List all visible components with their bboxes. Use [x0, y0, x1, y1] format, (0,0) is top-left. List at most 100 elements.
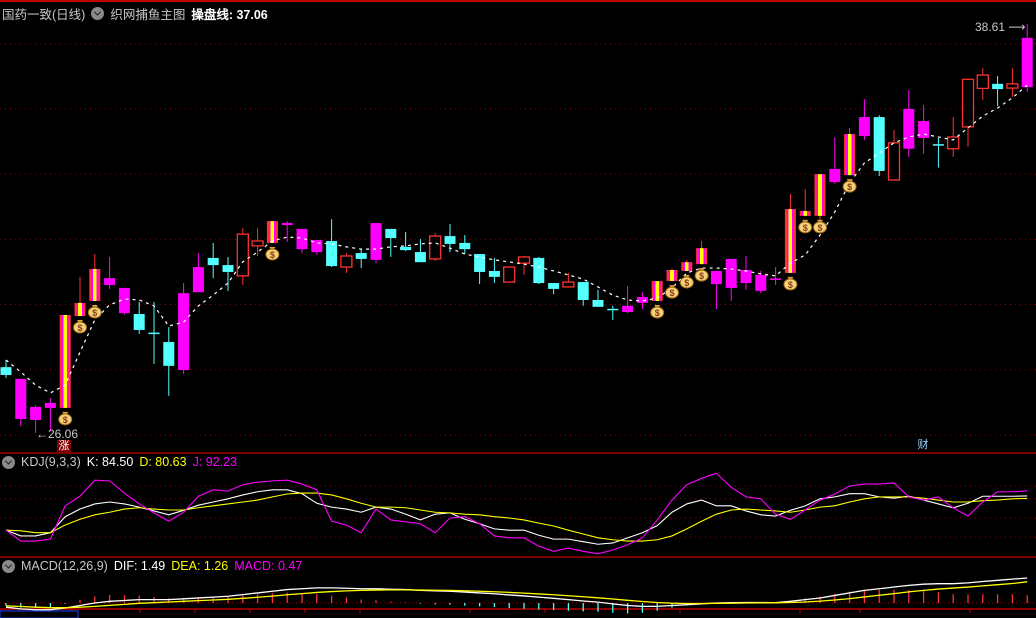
candle-up[interactable]: [429, 233, 442, 261]
candle-up[interactable]: [503, 266, 516, 283]
candle-body: [133, 314, 145, 330]
candle-down[interactable]: [133, 301, 145, 334]
candle-mag[interactable]: [903, 90, 915, 157]
candle-sig[interactable]: [89, 254, 101, 301]
candle-down[interactable]: [355, 249, 367, 269]
candle-body: [355, 253, 367, 259]
macd-name[interactable]: MACD(12,26,9): [21, 559, 108, 573]
candle-body: [814, 174, 826, 216]
candle-down[interactable]: [992, 76, 1004, 107]
arrow-left-icon: ←: [36, 427, 48, 441]
low-price-label: ←26.06: [36, 427, 78, 441]
signal-badge[interactable]: 涨: [57, 440, 71, 453]
candle-down[interactable]: [222, 256, 234, 291]
candle-down[interactable]: [326, 219, 338, 268]
chevron-down-circle-icon[interactable]: [91, 7, 105, 20]
candle-body: [326, 240, 338, 267]
candle-down[interactable]: [207, 242, 219, 279]
candle-up[interactable]: [236, 227, 249, 285]
candle-up[interactable]: [887, 129, 901, 181]
candle-down[interactable]: [488, 257, 500, 284]
money-bag-icon: $: [265, 246, 280, 261]
candle-down[interactable]: [873, 115, 885, 177]
candle-mag[interactable]: [740, 255, 752, 290]
candle-body: [992, 83, 1004, 90]
candle-sig[interactable]: [814, 174, 826, 224]
candle-mag[interactable]: [104, 256, 116, 289]
candle-down[interactable]: [474, 254, 486, 285]
candle-mag[interactable]: [725, 258, 737, 301]
candle-sig[interactable]: [681, 259, 693, 271]
money-bag-icon: $: [813, 219, 827, 234]
candle-mag[interactable]: [622, 285, 634, 314]
candle-up[interactable]: [961, 78, 975, 147]
candle-mag[interactable]: [15, 378, 27, 427]
finance-badge[interactable]: 财: [916, 439, 930, 452]
indicator-name[interactable]: 织网捕鱼主图: [110, 4, 185, 23]
candle-up[interactable]: [947, 117, 960, 157]
candle-down[interactable]: [414, 239, 426, 263]
candle-down[interactable]: [932, 137, 944, 168]
candle-body: [503, 266, 516, 283]
candle-sig[interactable]: [74, 276, 86, 316]
candle-sig[interactable]: [266, 221, 278, 243]
candle-body: [251, 240, 264, 247]
candle-mag[interactable]: [178, 283, 190, 374]
stock-title[interactable]: 国药一致(日线): [2, 4, 85, 23]
candle-sig[interactable]: [784, 194, 796, 273]
candle-down[interactable]: [459, 235, 471, 255]
candle-down[interactable]: [577, 282, 589, 306]
candle-sig[interactable]: [666, 268, 678, 282]
chevron-down-circle-icon[interactable]: [2, 455, 15, 469]
candle-mag[interactable]: [710, 270, 722, 310]
candle-up[interactable]: [976, 67, 989, 101]
candle-up[interactable]: [251, 227, 264, 256]
candle-mag[interactable]: [281, 221, 293, 242]
candle-sig[interactable]: [696, 240, 708, 265]
candle-body: [725, 258, 737, 288]
candle-down[interactable]: [533, 256, 545, 285]
candle-up[interactable]: [517, 255, 531, 275]
candle-mag[interactable]: [1021, 23, 1033, 93]
candle-body: [548, 283, 560, 289]
stock-chart[interactable]: $ $ $ $ $ $ $ $ $ $ $ $: [0, 0, 1036, 618]
candle-body: [829, 168, 841, 182]
money-bag-glyph: $: [655, 308, 660, 318]
high-price-text: 38.61: [975, 20, 1006, 34]
candle-up[interactable]: [562, 272, 575, 288]
candle-mag[interactable]: [370, 223, 382, 264]
candle-mag[interactable]: [829, 137, 841, 184]
arrow-right-icon: ⟶: [1008, 20, 1026, 34]
candle-mag[interactable]: [296, 228, 308, 254]
candle-mag[interactable]: [858, 99, 870, 140]
candle-up[interactable]: [340, 253, 353, 273]
kdj-name[interactable]: KDJ(9,3,3): [21, 455, 81, 469]
money-bag-glyph: $: [788, 280, 793, 290]
candle-down[interactable]: [0, 359, 12, 378]
candle-mag[interactable]: [918, 105, 930, 154]
candle-body: [178, 293, 190, 371]
money-bag-icon: $: [679, 274, 694, 289]
candle-body: [30, 406, 42, 420]
candle-mag[interactable]: [192, 253, 204, 293]
candle-down[interactable]: [607, 305, 619, 320]
candle-down[interactable]: [163, 327, 175, 396]
candle-up[interactable]: [1006, 67, 1019, 97]
candle-sig[interactable]: [59, 314, 71, 408]
candle-body: [236, 233, 249, 277]
candle-down[interactable]: [592, 289, 604, 307]
kdj-k-value: K: 84.50: [86, 455, 134, 469]
candle-mag[interactable]: [118, 287, 130, 315]
candle-down[interactable]: [400, 231, 412, 252]
macd-dea-line: [5, 581, 1028, 609]
low-price-text: 26.06: [48, 427, 79, 441]
candle-sig[interactable]: [799, 189, 811, 216]
macd-dif-line: [5, 577, 1028, 611]
candle-down[interactable]: [385, 228, 397, 257]
chevron-down-circle-icon[interactable]: [2, 559, 15, 573]
money-bag-glyph: $: [684, 278, 689, 288]
candle-sig[interactable]: [844, 127, 856, 176]
candle-down[interactable]: [548, 283, 560, 295]
candle-body: [222, 265, 234, 272]
candle-mag[interactable]: [770, 267, 782, 285]
